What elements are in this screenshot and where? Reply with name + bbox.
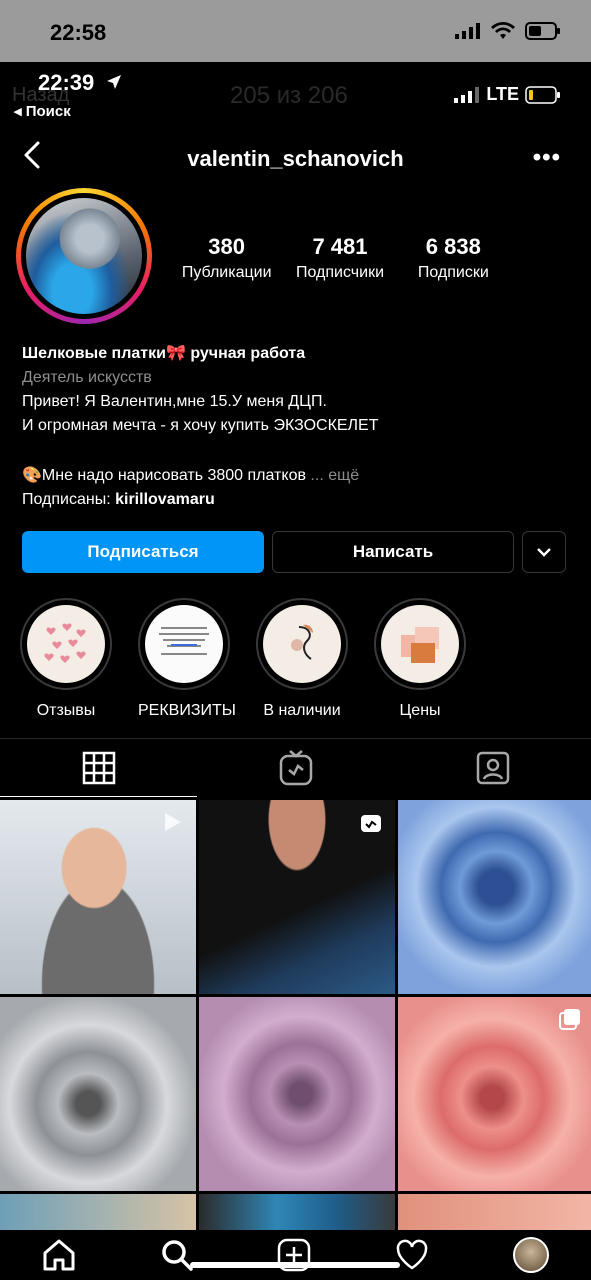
battery-low-icon bbox=[525, 85, 560, 104]
stat-following[interactable]: 6 838 Подписки bbox=[397, 234, 510, 282]
post-thumbnail[interactable] bbox=[0, 800, 196, 994]
bio-more-link[interactable]: ... ещё bbox=[310, 467, 359, 484]
inner-status-bar: Назад 205 из 206 22:39 ◂ Поиск LTE bbox=[0, 62, 591, 124]
outer-status-icons bbox=[455, 22, 561, 40]
stat-value: 380 bbox=[208, 234, 246, 259]
tab-grid[interactable] bbox=[0, 739, 197, 797]
stat-value: 6 838 bbox=[425, 234, 481, 259]
battery-icon bbox=[525, 22, 560, 40]
followed-by-prefix: Подписаны: bbox=[22, 491, 116, 508]
color-blocks-icon bbox=[401, 627, 439, 663]
profile-display-name: Шелковые платки🎀 ручная работа bbox=[22, 345, 306, 362]
profile-actions: Подписаться Написать bbox=[22, 531, 568, 573]
igtv-icon bbox=[279, 750, 312, 786]
post-thumbnail[interactable] bbox=[0, 1194, 196, 1232]
igtv-icon bbox=[361, 815, 381, 832]
profile-tabs bbox=[0, 738, 591, 797]
highlight-ring bbox=[20, 598, 112, 690]
post-thumbnail[interactable] bbox=[0, 997, 196, 1191]
home-indicator bbox=[190, 1262, 400, 1268]
post-thumbnail[interactable] bbox=[199, 997, 395, 1191]
outer-clock: 22:58 bbox=[50, 20, 107, 45]
highlight-cover bbox=[27, 605, 105, 683]
highlight-cover bbox=[381, 605, 459, 683]
bio-spacer bbox=[22, 438, 572, 464]
profile-tab-avatar[interactable] bbox=[513, 1237, 550, 1273]
highlight-cover bbox=[145, 605, 223, 683]
bio-line-truncated: 🎨Мне надо нарисовать 3800 платков ... ещ… bbox=[22, 464, 572, 488]
profile-username: valentin_schanovich bbox=[187, 146, 404, 171]
follow-button[interactable]: Подписаться bbox=[22, 531, 264, 573]
highlight-reviews[interactable]: Отзывы bbox=[20, 598, 112, 720]
avatar-border bbox=[21, 193, 147, 319]
video-play-icon bbox=[165, 813, 181, 831]
highlight-label: В наличии bbox=[263, 702, 341, 719]
highlight-label: Отзывы bbox=[36, 702, 96, 719]
followed-by-user[interactable]: kirillovamaru bbox=[115, 491, 215, 508]
search-icon[interactable] bbox=[160, 1238, 194, 1272]
hearts-pattern-icon bbox=[44, 623, 86, 663]
chevron-down-icon bbox=[537, 548, 551, 557]
bio-line: 🎨Мне надо нарисовать 3800 платков bbox=[22, 467, 306, 484]
abstract-art-icon bbox=[291, 624, 314, 660]
more-options-icon[interactable]: ••• bbox=[533, 144, 561, 172]
home-icon[interactable] bbox=[42, 1239, 76, 1271]
bottom-navigation bbox=[0, 1230, 591, 1280]
highlight-ring bbox=[374, 598, 466, 690]
network-label: LTE bbox=[486, 84, 519, 104]
profile-stats: 380 Публикации 7 481 Подписчики 6 838 По… bbox=[170, 234, 510, 282]
highlight-ring bbox=[138, 598, 230, 690]
message-button[interactable]: Написать bbox=[272, 531, 514, 573]
wifi-icon bbox=[491, 22, 515, 39]
highlight-label: РЕКВИЗИТЫ bbox=[138, 702, 236, 719]
signal-icon bbox=[455, 23, 480, 39]
ghost-counter-label: 205 из 206 bbox=[230, 82, 348, 109]
highlight-label: Цены bbox=[399, 702, 441, 719]
highlight-prices[interactable]: Цены bbox=[374, 598, 466, 720]
stat-label: Подписки bbox=[417, 264, 489, 281]
post-grid bbox=[0, 800, 591, 1232]
grid-icon bbox=[82, 751, 115, 784]
profile-category: Деятель искусств bbox=[22, 369, 152, 386]
outer-status-bar: 22:58 bbox=[0, 0, 591, 62]
text-document-icon bbox=[159, 627, 209, 655]
highlight-ring bbox=[256, 598, 348, 690]
story-highlights: Отзывы РЕКВИЗИТЫ В наличии Цены bbox=[20, 598, 466, 720]
avatar bbox=[26, 198, 142, 314]
profile-bio: Шелковые платки🎀 ручная работа Деятель и… bbox=[22, 342, 572, 512]
post-thumbnail[interactable] bbox=[199, 1194, 395, 1232]
network-indicator: LTE bbox=[454, 84, 561, 105]
back-to-search-link[interactable]: ◂ Поиск bbox=[14, 102, 71, 120]
post-thumbnail[interactable] bbox=[398, 997, 591, 1191]
post-thumbnail[interactable] bbox=[199, 800, 395, 994]
highlight-requisites[interactable]: РЕКВИЗИТЫ bbox=[138, 598, 236, 720]
stat-followers[interactable]: 7 481 Подписчики bbox=[283, 234, 396, 282]
highlight-cover bbox=[263, 605, 341, 683]
carousel-icon bbox=[559, 1009, 580, 1030]
bio-line: И огромная мечта - я хочу купить ЭКЗОСКЕ… bbox=[22, 417, 379, 434]
bio-line: Привет! Я Валентин,мне 15.У меня ДЦП. bbox=[22, 393, 327, 410]
suggested-dropdown-button[interactable] bbox=[522, 531, 566, 573]
tab-igtv[interactable] bbox=[197, 739, 394, 797]
post-thumbnail[interactable] bbox=[398, 800, 591, 994]
post-thumbnail[interactable] bbox=[398, 1194, 591, 1232]
heart-icon[interactable] bbox=[395, 1239, 429, 1271]
profile-header: valentin_schanovich ••• bbox=[0, 132, 591, 182]
stat-label: Подписчики bbox=[295, 264, 384, 281]
stat-posts[interactable]: 380 Публикации bbox=[170, 234, 283, 282]
location-arrow-icon bbox=[107, 75, 121, 89]
app-screen: Назад 205 из 206 22:39 ◂ Поиск LTE valen… bbox=[0, 62, 591, 1280]
tagged-user-icon bbox=[476, 751, 509, 785]
signal-icon bbox=[454, 86, 480, 103]
stat-label: Публикации bbox=[181, 264, 272, 281]
stat-value: 7 481 bbox=[312, 234, 368, 259]
inner-clock: 22:39 bbox=[38, 70, 95, 95]
followed-by: Подписаны: kirillovamaru bbox=[22, 488, 572, 512]
tab-tagged[interactable] bbox=[394, 739, 591, 797]
avatar-story-ring[interactable] bbox=[16, 188, 152, 324]
highlight-in-stock[interactable]: В наличии bbox=[256, 598, 348, 720]
